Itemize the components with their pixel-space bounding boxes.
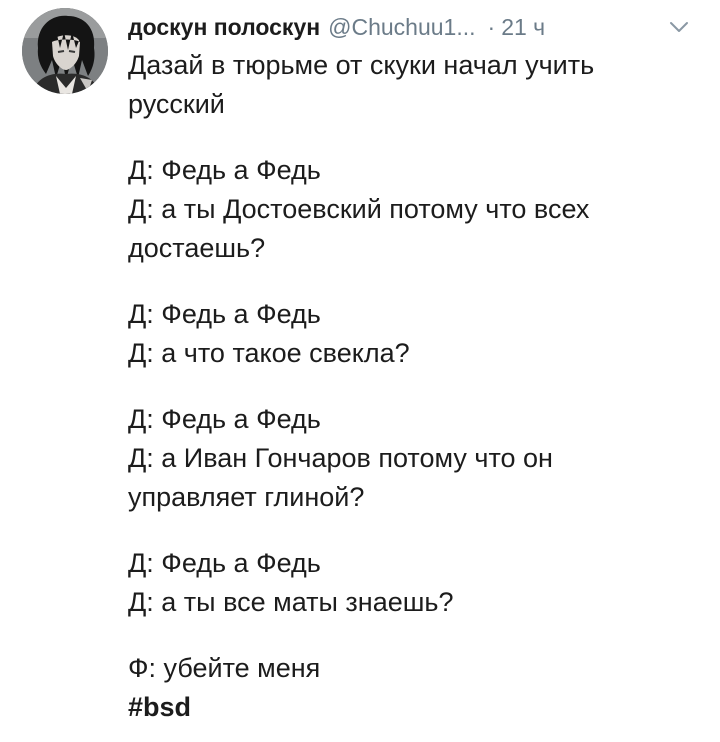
dialogue-line: управляет глиной? — [128, 482, 365, 512]
dialogue-line: Д: а ты Достоевский потому что всех — [128, 194, 590, 224]
dialogue-line: Д: Федь а Федь — [128, 404, 321, 434]
tweet-line: Дазай в тюрьме от скуки начал учить — [128, 50, 595, 80]
dialogue-line: Д: Федь а Федь — [128, 299, 321, 329]
tweet-line: русский — [128, 89, 225, 119]
dialogue-line: достаешь? — [128, 233, 266, 263]
dialogue-line: Д: Федь а Федь — [128, 155, 321, 185]
dialogue-line: Д: Федь а Федь — [128, 548, 321, 578]
dialogue-line: Д: а Иван Гончаров потому что он — [128, 443, 553, 473]
dialogue-line: Ф: убейте меня — [128, 653, 321, 683]
timestamp[interactable]: 21 ч — [501, 14, 545, 41]
tweet-header: доскун полоскун @Chuchuu1... · 21 ч — [128, 10, 698, 44]
avatar[interactable] — [22, 8, 108, 94]
tweet-card: доскун полоскун @Chuchuu1... · 21 ч Даза… — [0, 0, 720, 742]
hashtag-link[interactable]: #bsd — [128, 688, 698, 727]
separator-dot: · — [487, 13, 496, 40]
tweet-menu-button[interactable] — [668, 16, 690, 38]
tweet-text: Дазай в тюрьме от скуки начал учить русс… — [128, 46, 698, 727]
dialogue-line: Д: а ты все маты знаешь? — [128, 587, 454, 617]
display-name[interactable]: доскун полоскун — [128, 14, 320, 41]
anime-character-avatar-icon — [22, 8, 108, 94]
user-handle[interactable]: @Chuchuu1... — [328, 14, 475, 41]
dialogue-line: Д: а что такое свекла? — [128, 338, 410, 368]
chevron-down-icon — [670, 22, 688, 32]
